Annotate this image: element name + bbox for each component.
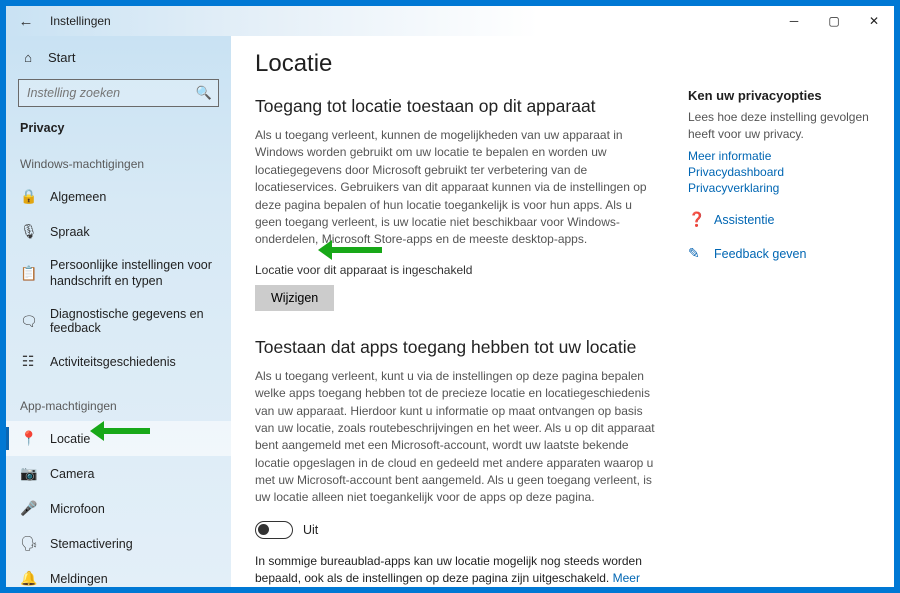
sidebar-item-activity[interactable]: ☷ Activiteitsgeschiedenis — [6, 344, 231, 379]
lock-icon: 🔒 — [20, 188, 36, 205]
close-button[interactable]: ✕ — [854, 6, 894, 36]
feedback-icon: ✎ — [688, 245, 704, 262]
sidebar: ⌂ Start 🔍 Privacy Windows-machtigingen 🔒… — [6, 36, 231, 587]
help-icon: ❓ — [688, 211, 704, 228]
section2-heading: Toestaan dat apps toegang hebben tot uw … — [255, 337, 658, 358]
sidebar-item-label: Meldingen — [50, 572, 108, 586]
sidebar-item-meldingen[interactable]: 🔔 Meldingen — [6, 561, 231, 587]
maximize-button[interactable]: ▢ — [814, 6, 854, 36]
sidebar-item-label: Camera — [50, 467, 94, 481]
sidebar-item-label: Locatie — [50, 432, 90, 446]
content-area: Locatie Toegang tot locatie toestaan op … — [255, 44, 658, 571]
location-device-status: Locatie voor dit apparaat is ingeschakel… — [255, 263, 658, 277]
search-input[interactable] — [27, 86, 196, 100]
get-help-link[interactable]: Assistentie — [714, 213, 774, 227]
home-label: Start — [48, 50, 75, 65]
search-box[interactable]: 🔍 — [18, 79, 219, 107]
sidebar-item-label: Diagnostische gegevens en feedback — [50, 307, 217, 335]
privacy-options-heading: Ken uw privacyopties — [688, 88, 878, 103]
section-label-app-perms: App-machtigingen — [6, 393, 231, 421]
location-icon: 📍 — [20, 430, 36, 447]
give-feedback-link[interactable]: Feedback geven — [714, 247, 806, 261]
camera-icon: 📷 — [20, 465, 36, 482]
section-label-windows-perms: Windows-machtigingen — [6, 151, 231, 179]
microphone-icon: 🎤 — [20, 500, 36, 517]
sidebar-item-spraak[interactable]: 🎙 Spraak — [6, 214, 231, 249]
home-nav[interactable]: ⌂ Start — [6, 42, 231, 73]
sidebar-item-handschrift[interactable]: 📋 Persoonlijke instellingen voor handsch… — [6, 249, 231, 298]
page-title: Locatie — [255, 50, 658, 78]
sidebar-item-label: Stemactivering — [50, 537, 133, 551]
feedback-icon: 🗨 — [20, 313, 36, 330]
right-column: Ken uw privacyopties Lees hoe deze inste… — [688, 44, 878, 571]
toggle-label: Uit — [303, 523, 318, 537]
get-help-row[interactable]: ❓ Assistentie — [688, 211, 878, 229]
link-privacy-dashboard[interactable]: Privacydashboard — [688, 165, 878, 179]
sidebar-item-camera[interactable]: 📷 Camera — [6, 456, 231, 491]
link-more-info[interactable]: Meer informatie — [688, 149, 878, 163]
search-icon: 🔍 — [196, 85, 212, 101]
sidebar-item-label: Spraak — [50, 225, 90, 239]
breadcrumb: Privacy — [6, 117, 231, 151]
section1-desc: Als u toegang verleent, kunnen de mogeli… — [255, 127, 658, 249]
sidebar-item-label: Algemeen — [50, 190, 106, 204]
change-button[interactable]: Wijzigen — [255, 285, 334, 311]
bell-icon: 🔔 — [20, 570, 36, 587]
give-feedback-row[interactable]: ✎ Feedback geven — [688, 245, 878, 263]
back-button[interactable]: ← — [14, 13, 38, 30]
desktop-apps-note: In sommige bureaublad-apps kan uw locati… — [255, 553, 658, 587]
window-title: Instellingen — [50, 14, 111, 28]
sidebar-item-label: Persoonlijke instellingen voor handschri… — [50, 258, 217, 289]
sidebar-item-locatie[interactable]: 📍 Locatie — [6, 421, 231, 456]
voice-icon: 🗣 — [20, 535, 36, 552]
section2-desc: Als u toegang verleent, kunt u via de in… — [255, 368, 658, 507]
sidebar-item-algemeen[interactable]: 🔒 Algemeen — [6, 179, 231, 214]
minimize-button[interactable]: ─ — [774, 6, 814, 36]
sidebar-item-microfoon[interactable]: 🎤 Microfoon — [6, 491, 231, 526]
home-icon: ⌂ — [20, 50, 36, 65]
sidebar-item-label: Microfoon — [50, 502, 105, 516]
activity-icon: ☷ — [20, 353, 36, 370]
section1-heading: Toegang tot locatie toestaan op dit appa… — [255, 96, 658, 117]
inking-icon: 📋 — [20, 265, 36, 282]
speech-icon: 🎙 — [20, 223, 36, 240]
sidebar-item-stemactivering[interactable]: 🗣 Stemactivering — [6, 526, 231, 561]
sidebar-item-diagnostics[interactable]: 🗨 Diagnostische gegevens en feedback — [6, 298, 231, 344]
apps-location-toggle[interactable] — [255, 521, 293, 539]
link-privacy-statement[interactable]: Privacyverklaring — [688, 181, 878, 195]
privacy-options-desc: Lees hoe deze instelling gevolgen heeft … — [688, 109, 878, 143]
sidebar-item-label: Activiteitsgeschiedenis — [50, 355, 176, 369]
